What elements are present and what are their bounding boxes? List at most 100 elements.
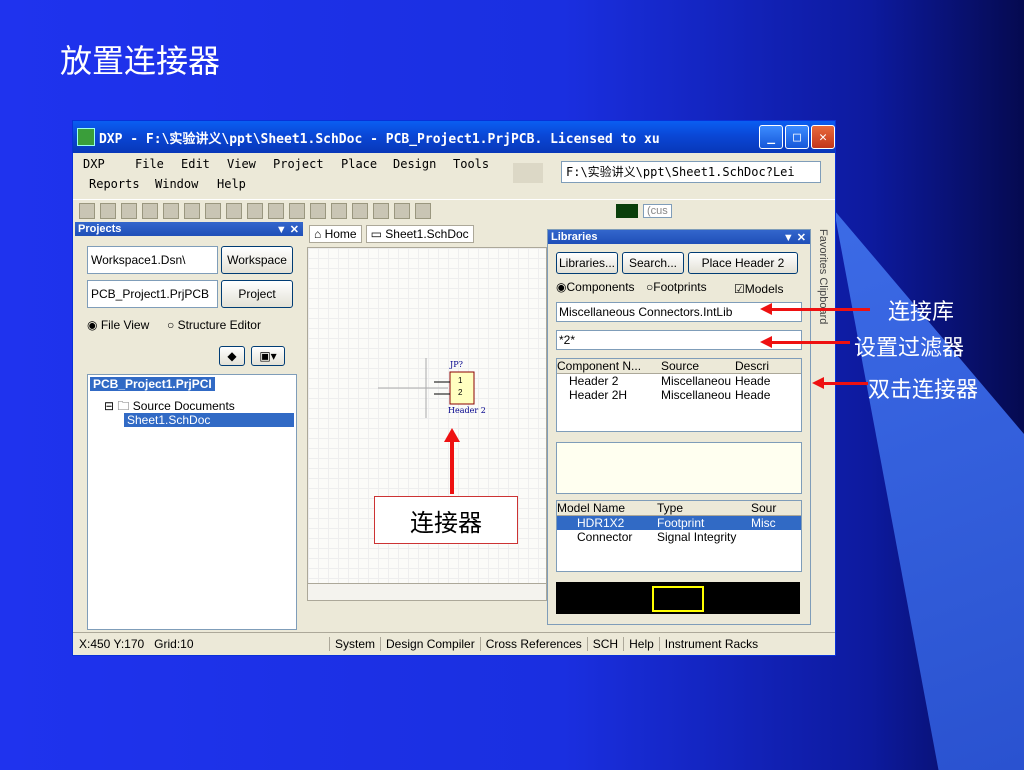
color-combo[interactable]: (cus (643, 203, 672, 218)
tab-clipboard[interactable]: Clipboard (817, 277, 829, 324)
components-list-header: Component N... Source Descri (557, 359, 801, 374)
fit-icon[interactable] (205, 202, 221, 219)
status-tab-cross-references[interactable]: Cross References (479, 637, 587, 651)
project-tree: PCB_Project1.PrjPCI ⊟ 🗀 Source Documents… (87, 374, 297, 630)
maximize-button[interactable]: □ (785, 125, 810, 149)
canvas-hscrollbar[interactable] (307, 583, 547, 601)
models-checkbox-label: Models (744, 282, 784, 296)
zoom-icon[interactable] (184, 202, 200, 219)
preview-icon[interactable] (163, 202, 179, 219)
status-tab-design-compiler[interactable]: Design Compiler (380, 637, 480, 651)
undo-icon[interactable] (331, 202, 347, 219)
tab-sheet[interactable]: ▭ Sheet1.SchDoc (365, 225, 474, 243)
component-row-desc: Heade (735, 374, 771, 388)
net-icon[interactable] (415, 202, 431, 219)
menu-file[interactable]: File (135, 157, 164, 171)
footprint-preview (556, 582, 800, 614)
libraries-close-icon[interactable]: ▼ ✕ (783, 231, 806, 244)
place-header-button[interactable]: Place Header 2 (688, 252, 798, 274)
component-row[interactable]: Header 2H Miscellaneou Heade (557, 388, 801, 402)
menu-window[interactable]: Window (155, 177, 198, 191)
col-description[interactable]: Descri (735, 359, 779, 373)
projects-panel-header: Projects ▼ ✕ (75, 222, 303, 236)
path-combo[interactable]: F:\实验讲义\ppt\Sheet1.SchDoc?Lei (561, 161, 821, 183)
compile-icon[interactable]: ◆ (219, 346, 245, 366)
component-row-name: Header 2H (569, 388, 628, 402)
projects-panel: Projects ▼ ✕ Workspace1.Dsn\ Workspace PC… (75, 222, 303, 632)
move-icon[interactable] (310, 202, 326, 219)
status-bar: X:450 Y:170 Grid:10 System Design Compil… (73, 632, 835, 655)
col-model-name[interactable]: Model Name (557, 501, 657, 515)
project-button[interactable]: Project (221, 280, 293, 308)
select-icon[interactable] (289, 202, 305, 219)
copy-icon[interactable] (247, 202, 263, 219)
col-source[interactable]: Source (661, 359, 735, 373)
menu-dxp[interactable]: DXP (83, 157, 105, 171)
radio-file-view[interactable]: ◉ File View (87, 318, 149, 332)
arrow-connector-head (444, 428, 460, 442)
radio-footprints[interactable]: ○Footprints (646, 280, 707, 294)
component-row[interactable]: Header 2 Miscellaneou Heade (557, 374, 801, 388)
menu-view[interactable]: View (227, 157, 256, 171)
component-row-desc: Heade (735, 388, 771, 402)
menu-place[interactable]: Place (341, 157, 377, 171)
status-tab-instrument-racks[interactable]: Instrument Racks (658, 637, 763, 651)
radio-structure-label: Structure Editor (177, 318, 261, 332)
redo-icon[interactable] (352, 202, 368, 219)
color-swatch[interactable] (616, 203, 638, 218)
tree-item-sheet[interactable]: Sheet1.SchDoc (124, 413, 294, 427)
libraries-button[interactable]: Libraries... (556, 252, 618, 274)
radio-components[interactable]: ◉Components (556, 280, 635, 294)
wire-icon[interactable] (373, 202, 389, 219)
tab-home[interactable]: ⌂ Home (309, 225, 362, 243)
new-icon[interactable] (79, 202, 95, 219)
search-button[interactable]: Search... (622, 252, 684, 274)
status-tab-system[interactable]: System (329, 637, 380, 651)
col-type[interactable]: Type (657, 501, 751, 515)
col-component-name[interactable]: Component N... (557, 359, 661, 373)
model-row[interactable]: Connector Signal Integrity (557, 530, 801, 544)
status-tab-sch[interactable]: SCH (586, 637, 623, 651)
tab-sheet-label: Sheet1.SchDoc (385, 227, 469, 241)
minimize-button[interactable]: _ (759, 125, 784, 149)
radio-structure-editor[interactable]: ○ Structure Editor (167, 318, 261, 332)
menu-tools[interactable]: Tools (453, 157, 489, 171)
model-row-name: HDR1X2 (577, 516, 625, 530)
radio-footprints-label: Footprints (653, 280, 707, 294)
workspace-combo[interactable]: Workspace1.Dsn\ (87, 246, 218, 274)
workspace-button[interactable]: Workspace (221, 246, 293, 274)
model-row-type: Signal Integrity (657, 530, 737, 544)
bus-icon[interactable] (394, 202, 410, 219)
menu-help[interactable]: Help (217, 177, 246, 191)
paste-icon[interactable] (268, 202, 284, 219)
pin-2-label: 2 (458, 388, 463, 397)
arrow-dblclick (812, 377, 868, 389)
project-combo[interactable]: PCB_Project1.PrjPCB (87, 280, 218, 308)
open-icon[interactable] (100, 202, 116, 219)
save-icon[interactable] (121, 202, 137, 219)
chart-icon[interactable] (513, 163, 543, 183)
menu-project[interactable]: Project (273, 157, 324, 171)
menu-design[interactable]: Design (393, 157, 436, 171)
status-tab-help[interactable]: Help (623, 637, 659, 651)
models-checkbox[interactable]: ☑Models (734, 282, 783, 296)
col-model-source[interactable]: Sour (751, 501, 783, 515)
doc-options-icon[interactable]: ▣▾ (251, 346, 285, 366)
print-icon[interactable] (142, 202, 158, 219)
label-library: 连接库 (888, 300, 955, 325)
panel-menu-icon[interactable]: ▼ ✕ (276, 223, 299, 236)
radio-components-label: Components (566, 280, 635, 294)
label-filter: 设置过滤器 (854, 336, 965, 361)
tree-item-project[interactable]: PCB_Project1.PrjPCI (90, 377, 215, 391)
cut-icon[interactable] (226, 202, 242, 219)
tab-home-label: Home (324, 227, 357, 241)
close-button[interactable]: ✕ (811, 125, 835, 149)
model-row[interactable]: HDR1X2 Footprint Misc (557, 516, 801, 530)
document-tabs: ⌂ Home ▭ Sheet1.SchDoc (309, 225, 474, 243)
model-row-source: Misc (751, 516, 776, 530)
menu-reports[interactable]: Reports (89, 177, 140, 191)
side-panel-tabs[interactable]: Favorites Clipboard (811, 229, 829, 369)
tab-favorites[interactable]: Favorites (817, 229, 829, 274)
tree-item-project-label: PCB_Project1.PrjPCI (93, 377, 212, 391)
menu-edit[interactable]: Edit (181, 157, 210, 171)
